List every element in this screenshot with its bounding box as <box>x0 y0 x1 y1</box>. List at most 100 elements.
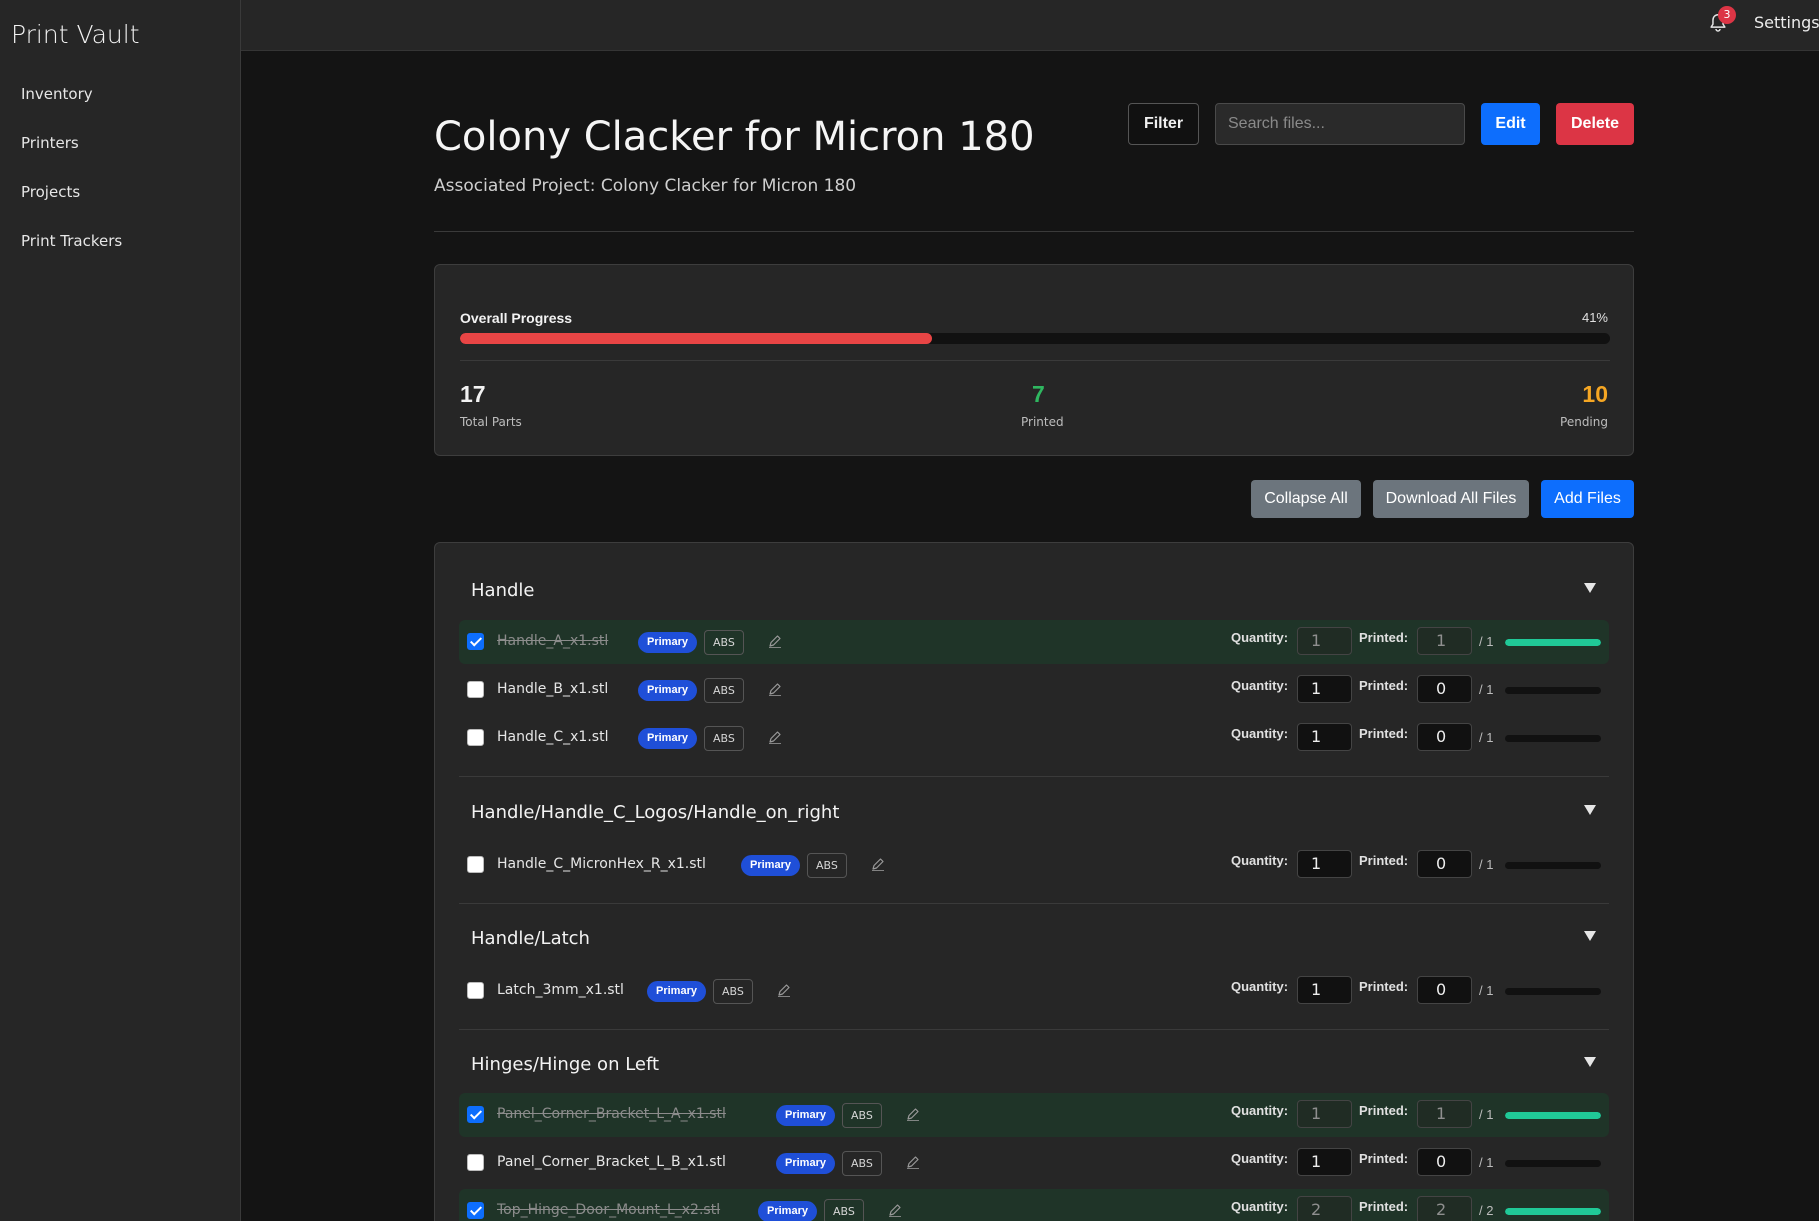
file-progress-bar <box>1505 988 1601 995</box>
file-name[interactable]: Panel_Corner_Bracket_L_A_x1.stl <box>497 1106 726 1122</box>
filter-button[interactable]: Filter <box>1128 103 1199 145</box>
file-name[interactable]: Panel_Corner_Bracket_L_B_x1.stl <box>497 1154 726 1170</box>
quantity-total: / 1 <box>1479 682 1494 697</box>
chevron-down-icon[interactable] <box>1584 583 1596 593</box>
file-progress-bar <box>1505 687 1601 694</box>
printed-label: Printed: <box>1359 678 1409 693</box>
file-name[interactable]: Handle_B_x1.stl <box>497 681 608 697</box>
primary-badge: Primary <box>758 1201 817 1221</box>
total-parts-count: 17 <box>460 381 486 407</box>
sidebar-item-printers[interactable]: Printers <box>21 134 79 152</box>
printed-input[interactable]: 0 <box>1417 1148 1472 1176</box>
edit-icon[interactable] <box>767 633 783 649</box>
group-title: Hinges/Hinge on Left <box>471 1054 660 1075</box>
edit-icon[interactable] <box>905 1154 921 1170</box>
primary-badge: Primary <box>776 1105 835 1126</box>
group-title: Handle <box>471 580 535 601</box>
file-name[interactable]: Handle_C_x1.stl <box>497 729 608 745</box>
chevron-down-icon[interactable] <box>1584 1057 1596 1067</box>
file-name[interactable]: Top_Hinge_Door_Mount_L_x2.stl <box>497 1202 720 1218</box>
settings-link[interactable]: Settings <box>1754 13 1819 32</box>
sidebar-item-print-trackers[interactable]: Print Trackers <box>21 232 122 250</box>
pending-count: 10 <box>1582 381 1608 407</box>
printed-label: Printed <box>1021 415 1064 429</box>
progress-label: Overall Progress <box>460 310 573 326</box>
printed-count: 7 <box>1032 381 1045 407</box>
edit-icon[interactable] <box>767 729 783 745</box>
chevron-down-icon[interactable] <box>1584 931 1596 941</box>
progress-card: Overall Progress 41% 17 Total Parts 7 Pr… <box>434 264 1634 456</box>
printed-input[interactable]: 0 <box>1417 976 1472 1004</box>
file-row: Handle_C_MicronHex_R_x1.stl Primary ABS Qua… <box>459 843 1609 887</box>
edit-icon[interactable] <box>905 1106 921 1122</box>
printed-checkbox[interactable] <box>467 1106 484 1123</box>
printed-checkbox[interactable] <box>467 633 484 650</box>
quantity-total: / 2 <box>1479 1203 1494 1218</box>
primary-badge: Primary <box>638 728 697 749</box>
quantity-label: Quantity: <box>1231 853 1289 868</box>
printed-checkbox[interactable] <box>467 982 484 999</box>
sidebar: Print Vault Inventory Printers Projects … <box>0 0 241 1221</box>
sidebar-item-inventory[interactable]: Inventory <box>21 85 93 103</box>
app-brand[interactable]: Print Vault <box>11 20 140 49</box>
quantity-input[interactable]: 1 <box>1297 850 1352 878</box>
quantity-input[interactable]: 1 <box>1297 1100 1352 1128</box>
printed-label: Printed: <box>1359 726 1409 741</box>
printed-checkbox[interactable] <box>467 1202 484 1219</box>
group-title: Handle/Handle_C_Logos/Handle_on_right <box>471 802 840 823</box>
edit-icon[interactable] <box>887 1202 903 1218</box>
collapse-all-button[interactable]: Collapse All <box>1251 480 1361 518</box>
primary-badge: Primary <box>647 981 706 1002</box>
file-name[interactable]: Handle_C_MicronHex_R_x1.stl <box>497 856 706 872</box>
file-row: Handle_C_x1.stl Primary ABS Quantity: 1 Print… <box>459 716 1609 760</box>
edit-button[interactable]: Edit <box>1481 103 1540 145</box>
quantity-label: Quantity: <box>1231 1199 1289 1214</box>
quantity-total: / 1 <box>1479 983 1494 998</box>
sidebar-item-projects[interactable]: Projects <box>21 183 80 201</box>
quantity-total: / 1 <box>1479 634 1494 649</box>
file-row: Panel_Corner_Bracket_L_B_x1.stl Primary AB… <box>459 1141 1609 1185</box>
quantity-input[interactable]: 1 <box>1297 976 1352 1004</box>
printed-input[interactable]: 1 <box>1417 627 1472 655</box>
printed-checkbox[interactable] <box>467 729 484 746</box>
file-name[interactable]: Latch_3mm_x1.stl <box>497 982 624 998</box>
edit-icon[interactable] <box>767 681 783 697</box>
quantity-total: / 1 <box>1479 857 1494 872</box>
quantity-input[interactable]: 2 <box>1297 1196 1352 1221</box>
printed-checkbox[interactable] <box>467 681 484 698</box>
printed-checkbox[interactable] <box>467 1154 484 1171</box>
file-progress-fill <box>1505 639 1601 646</box>
search-input[interactable] <box>1215 103 1465 145</box>
quantity-label: Quantity: <box>1231 1151 1289 1166</box>
material-badge: ABS <box>842 1103 882 1128</box>
printed-label: Printed: <box>1359 979 1409 994</box>
download-all-files-button[interactable]: Download All Files <box>1373 480 1529 518</box>
file-progress-bar <box>1505 1208 1601 1215</box>
chevron-down-icon[interactable] <box>1584 805 1596 815</box>
printed-checkbox[interactable] <box>467 856 484 873</box>
printed-input[interactable]: 0 <box>1417 675 1472 703</box>
quantity-total: / 1 <box>1479 1155 1494 1170</box>
quantity-input[interactable]: 1 <box>1297 675 1352 703</box>
material-badge: ABS <box>824 1199 864 1221</box>
file-name[interactable]: Handle_A_x1.stl <box>497 633 608 649</box>
primary-badge: Primary <box>776 1153 835 1174</box>
file-row: Handle_A_x1.stl Primary ABS Quantity: 1 Print… <box>459 620 1609 664</box>
printed-input[interactable]: 2 <box>1417 1196 1472 1221</box>
printed-label: Printed: <box>1359 630 1409 645</box>
printed-input[interactable]: 0 <box>1417 850 1472 878</box>
printed-label: Printed: <box>1359 853 1409 868</box>
add-files-button[interactable]: Add Files <box>1541 480 1634 518</box>
printed-input[interactable]: 1 <box>1417 1100 1472 1128</box>
edit-icon[interactable] <box>870 856 886 872</box>
quantity-input[interactable]: 1 <box>1297 627 1352 655</box>
delete-button[interactable]: Delete <box>1556 103 1634 145</box>
page-title: Colony Clacker for Micron 180 <box>434 114 1035 160</box>
edit-icon[interactable] <box>776 982 792 998</box>
printed-input[interactable]: 0 <box>1417 723 1472 751</box>
file-row: Top_Hinge_Door_Mount_L_x2.stl Primary ABS Q… <box>459 1189 1609 1221</box>
quantity-label: Quantity: <box>1231 726 1289 741</box>
card-divider <box>460 360 1610 361</box>
quantity-input[interactable]: 1 <box>1297 723 1352 751</box>
quantity-input[interactable]: 1 <box>1297 1148 1352 1176</box>
